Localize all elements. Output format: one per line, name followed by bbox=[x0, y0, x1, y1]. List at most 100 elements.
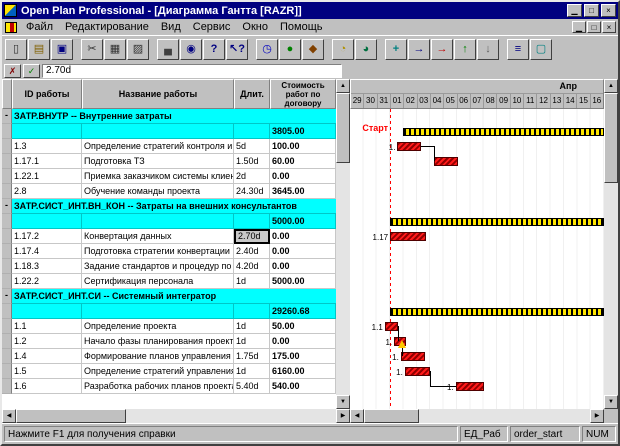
cell-duration[interactable]: 1d bbox=[234, 364, 270, 379]
cell-cost[interactable]: 3645.00 bbox=[270, 184, 336, 199]
cell-name[interactable]: Обучение команды проекта bbox=[82, 184, 234, 199]
cell-name[interactable]: Сертификация персонала bbox=[82, 274, 234, 289]
cell-id[interactable]: 1.6 bbox=[12, 379, 82, 394]
baseline-button[interactable]: ◆ bbox=[302, 39, 324, 60]
cell-duration[interactable] bbox=[234, 304, 270, 319]
print-button[interactable]: ▄ bbox=[157, 39, 179, 60]
open-button[interactable]: ▤ bbox=[28, 39, 50, 60]
collapse-marker[interactable]: - bbox=[2, 199, 12, 214]
cell-id[interactable]: 1.1 bbox=[12, 319, 82, 334]
cell-duration[interactable]: 2.40d bbox=[234, 244, 270, 259]
cell-name[interactable]: Подготовка стратегии конвертации bbox=[82, 244, 234, 259]
view-table-button[interactable]: ≡ bbox=[507, 39, 529, 60]
cell-name[interactable]: Формирование планов управления bbox=[82, 349, 234, 364]
gantt-bar-task[interactable] bbox=[401, 352, 425, 361]
cell-id[interactable]: 1.17.2 bbox=[12, 229, 82, 244]
cell-id[interactable]: 1.17.1 bbox=[12, 154, 82, 169]
table-row[interactable]: 1.17.1Подготовка ТЗ1.50d60.00 bbox=[2, 154, 336, 169]
table-row[interactable]: 1.17.2Конвертация данных2.70d0.00 bbox=[2, 229, 336, 244]
time-now-button[interactable]: ◷ bbox=[256, 39, 278, 60]
cell-duration[interactable]: 1.75d bbox=[234, 349, 270, 364]
table-row[interactable]: 5000.00 bbox=[2, 214, 336, 229]
scroll-up-arrow[interactable]: ▲ bbox=[604, 79, 618, 93]
scroll-up-arrow[interactable]: ▲ bbox=[336, 79, 350, 93]
menu-item-tools[interactable]: Сервис bbox=[187, 19, 237, 35]
gantt-bar-task[interactable] bbox=[390, 232, 426, 241]
menu-item-window[interactable]: Окно bbox=[236, 19, 274, 35]
app-icon[interactable] bbox=[4, 4, 17, 17]
cell-cost[interactable]: 0.00 bbox=[270, 334, 336, 349]
cell-duration[interactable] bbox=[234, 124, 270, 139]
cell-id[interactable]: 1.4 bbox=[12, 349, 82, 364]
scroll-right-arrow[interactable]: ▶ bbox=[590, 409, 604, 423]
table-row[interactable]: 1.2Начало фазы планирования проекта1d0.0… bbox=[2, 334, 336, 349]
scroll-thumb[interactable] bbox=[16, 409, 126, 423]
scroll-left-arrow[interactable]: ◀ bbox=[350, 409, 364, 423]
gantt-bar-task[interactable] bbox=[456, 382, 484, 391]
scroll-right-arrow[interactable]: ▶ bbox=[336, 409, 350, 423]
cell-id[interactable] bbox=[12, 304, 82, 319]
group-row[interactable]: -ЗАТР.СИСТ_ИНТ.ВН_КОН -- Затраты на внеш… bbox=[2, 199, 336, 214]
group-row[interactable]: -ЗАТР.СИСТ_ИНТ.СИ -- Системный интеграто… bbox=[2, 289, 336, 304]
close-button[interactable]: × bbox=[601, 4, 616, 17]
cell-id[interactable]: 1.2 bbox=[12, 334, 82, 349]
scroll-down-arrow[interactable]: ▼ bbox=[336, 395, 350, 409]
new-button[interactable]: ▯ bbox=[5, 39, 27, 60]
move-up-button[interactable]: ↑ bbox=[454, 39, 476, 60]
gantt-bar-task[interactable] bbox=[405, 367, 430, 376]
cell-id[interactable] bbox=[12, 124, 82, 139]
clock-yellow-button[interactable]: ◔ bbox=[332, 39, 354, 60]
progress-button[interactable]: ● bbox=[279, 39, 301, 60]
cell-name[interactable]: Начало фазы планирования проекта bbox=[82, 334, 234, 349]
table-row[interactable]: 1.1Определение проекта1d50.00 bbox=[2, 319, 336, 334]
cell-name[interactable]: Разработка рабочих планов проекта bbox=[82, 379, 234, 394]
cell-cost[interactable]: 100.00 bbox=[270, 139, 336, 154]
minimize-button[interactable]: ▁ bbox=[567, 4, 582, 17]
cell-duration[interactable]: 1.50d bbox=[234, 154, 270, 169]
link-button[interactable]: → bbox=[408, 39, 430, 60]
cell-id[interactable] bbox=[12, 214, 82, 229]
cell-cost[interactable]: 5000.00 bbox=[270, 214, 336, 229]
gantt-bar-summary[interactable] bbox=[390, 308, 604, 316]
cell-duration[interactable]: 24.30d bbox=[234, 184, 270, 199]
mdi-minimize-button[interactable]: ▁ bbox=[572, 21, 586, 33]
cell-cost[interactable]: 60.00 bbox=[270, 154, 336, 169]
gantt-bar-task[interactable] bbox=[434, 157, 458, 166]
cell-name[interactable]: Конвертация данных bbox=[82, 229, 234, 244]
confirm-edit-button[interactable]: ✓ bbox=[23, 64, 40, 78]
scroll-track[interactable] bbox=[364, 409, 590, 423]
table-row[interactable]: 1.4Формирование планов управления1.75d17… bbox=[2, 349, 336, 364]
gantt-bar-summary[interactable] bbox=[403, 128, 604, 136]
table-row[interactable]: 29260.68 bbox=[2, 304, 336, 319]
table-row[interactable]: 1.3Определение стратегий контроля и отч5… bbox=[2, 139, 336, 154]
scroll-track[interactable] bbox=[16, 409, 336, 423]
cut-button[interactable]: ✂ bbox=[81, 39, 103, 60]
collapse-marker[interactable]: - bbox=[2, 289, 12, 304]
cancel-edit-button[interactable]: ✗ bbox=[4, 64, 21, 78]
mdi-close-button[interactable]: × bbox=[602, 21, 616, 33]
scroll-thumb[interactable] bbox=[604, 93, 618, 183]
table-row[interactable]: 1.22.2Сертификация персонала1d5000.00 bbox=[2, 274, 336, 289]
table-row[interactable]: 1.22.1Приемка заказчиком системы клиент2… bbox=[2, 169, 336, 184]
column-header-dur[interactable]: Длит. bbox=[234, 79, 270, 109]
scroll-thumb[interactable] bbox=[364, 409, 419, 423]
add-button[interactable]: + bbox=[385, 39, 407, 60]
cell-name[interactable]: Определение стратегий контроля и отч bbox=[82, 139, 234, 154]
cell-duration[interactable]: 1d bbox=[234, 319, 270, 334]
cell-duration[interactable]: 1d bbox=[234, 274, 270, 289]
cell-name[interactable] bbox=[82, 124, 234, 139]
scroll-left-arrow[interactable]: ◀ bbox=[2, 409, 16, 423]
cell-duration[interactable]: 4.20d bbox=[234, 259, 270, 274]
table-row[interactable]: 1.5Определение стратегий управления в1d6… bbox=[2, 364, 336, 379]
cell-cost[interactable]: 3805.00 bbox=[270, 124, 336, 139]
help-button[interactable]: ? bbox=[203, 39, 225, 60]
cell-duration[interactable]: 2d bbox=[234, 169, 270, 184]
clock-green-button[interactable]: ◕ bbox=[355, 39, 377, 60]
cell-cost[interactable]: 0.00 bbox=[270, 244, 336, 259]
table-row[interactable]: 1.6Разработка рабочих планов проекта5.40… bbox=[2, 379, 336, 394]
cell-edit-input[interactable] bbox=[42, 64, 342, 78]
table-row[interactable]: 2.8Обучение команды проекта24.30d3645.00 bbox=[2, 184, 336, 199]
maximize-button[interactable]: □ bbox=[584, 4, 599, 17]
scroll-down-arrow[interactable]: ▼ bbox=[604, 395, 618, 409]
table-row[interactable]: 3805.00 bbox=[2, 124, 336, 139]
